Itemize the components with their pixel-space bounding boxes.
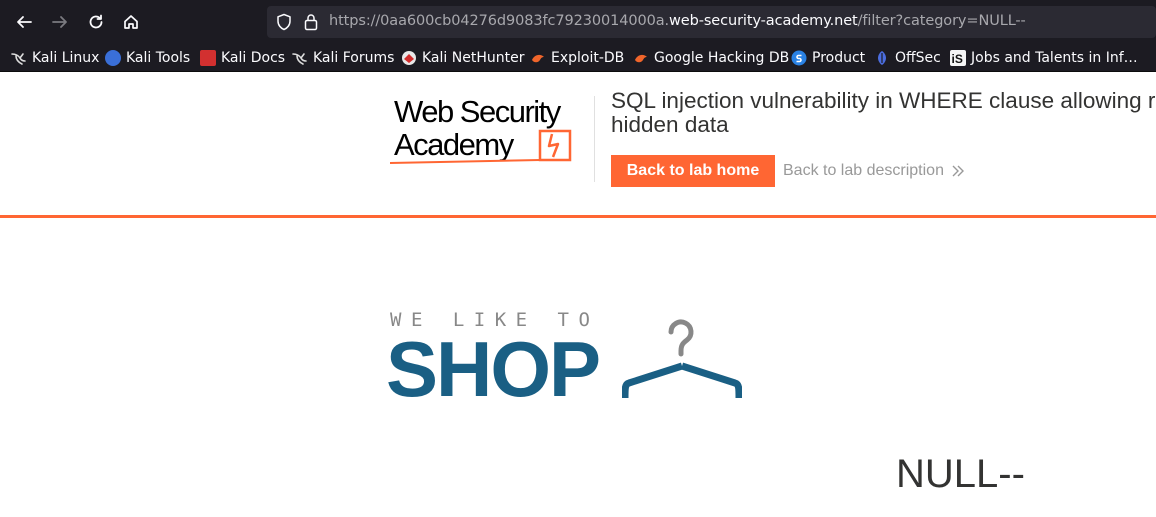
lab-title: SQL injection vulnerability in WHERE cla… [611, 89, 1156, 137]
bookmark-label: Kali Docs [221, 50, 286, 66]
back-icon[interactable] [12, 10, 36, 34]
offsec-icon [878, 51, 886, 65]
kali-dragon-icon [11, 53, 26, 65]
header-divider [594, 96, 595, 182]
kali-docs-icon [200, 50, 216, 66]
svg-text:iS: iS [952, 52, 963, 66]
bookmarks-bar: Kali Linux Kali Tools Kali Docs Kali For… [0, 44, 1156, 72]
product-icon [791, 50, 807, 66]
ghdb-icon [635, 54, 647, 63]
category-heading: NULL-- [896, 452, 1025, 496]
url-prefix: https://0aa600cb04276d9083fc79230014000a… [329, 13, 670, 29]
bookmark-kali-linux[interactable]: Kali Linux [11, 49, 99, 67]
url-path: /filter?category=NULL-- [857, 13, 1026, 29]
bookmark-label: Exploit-DB [551, 50, 625, 66]
bookmark-kali-tools[interactable]: Kali Tools [105, 49, 190, 67]
bookmark-kali-forums[interactable]: Kali Forums [292, 49, 394, 67]
double-chevron-right-icon [952, 165, 964, 177]
bookmark-label: Jobs and Talents in Inf… [971, 50, 1138, 66]
exploit-db-icon [532, 54, 544, 63]
bookmark-label: Product [812, 50, 866, 66]
bookmark-kali-nethunter[interactable]: Kali NetHunter [401, 49, 524, 67]
is-icon: iS [950, 50, 966, 66]
nethunter-icon [402, 51, 416, 65]
url-domain: web-security-academy.net [669, 13, 858, 29]
kali-tools-icon [105, 50, 121, 66]
shield-icon[interactable] [275, 13, 293, 31]
bookmark-google-hacking-db[interactable]: Google Hacking DB [633, 49, 789, 67]
forward-icon[interactable] [48, 10, 72, 34]
kali-dragon-icon [292, 53, 307, 65]
bookmark-label: OffSec [895, 50, 941, 66]
web-security-academy-logo[interactable]: Web Security Academy [390, 94, 590, 166]
bookmark-label: Google Hacking DB [654, 50, 790, 66]
bookmark-label: Kali Linux [32, 50, 100, 66]
bookmark-kali-docs[interactable]: Kali Docs [200, 49, 285, 67]
url-text[interactable]: https://0aa600cb04276d9083fc79230014000a… [329, 13, 1026, 29]
lab-title-line2: hidden data [611, 112, 729, 137]
lock-icon[interactable] [303, 13, 319, 31]
bookmark-label: Kali Tools [126, 50, 191, 66]
browser-toolbar: https://0aa600cb04276d9083fc79230014000a… [0, 0, 1156, 44]
shop-wordmark: SHOP [386, 325, 601, 413]
home-icon[interactable] [119, 10, 143, 34]
bookmark-product[interactable]: Product [791, 49, 865, 67]
bookmark-label: Kali NetHunter [422, 50, 525, 66]
bookmark-exploit-db[interactable]: Exploit-DB [530, 49, 624, 67]
hanger-icon [622, 319, 742, 399]
reload-icon[interactable] [84, 10, 108, 34]
bookmark-label: Kali Forums [313, 50, 395, 66]
academy-flag-icon [390, 129, 572, 164]
back-to-lab-description-link[interactable]: Back to lab description [783, 162, 944, 180]
bookmark-offsec[interactable]: OffSec [874, 49, 941, 67]
back-to-lab-home-button[interactable]: Back to lab home [611, 155, 775, 187]
bookmark-jobs-and-talents[interactable]: iS Jobs and Talents in Inf… [950, 49, 1138, 67]
url-bar[interactable]: https://0aa600cb04276d9083fc79230014000a… [267, 6, 1156, 38]
lab-title-line1: SQL injection vulnerability in WHERE cla… [611, 89, 1156, 113]
